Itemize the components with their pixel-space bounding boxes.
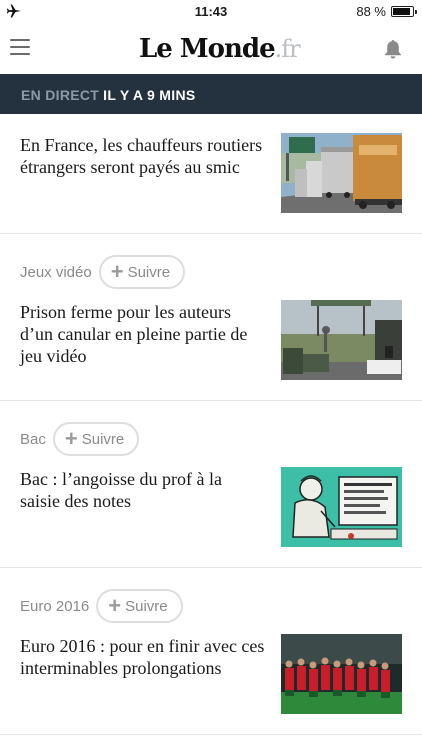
topic-row: Euro 2016 + Suivre — [20, 589, 183, 623]
bell-icon[interactable] — [382, 38, 404, 60]
battery-icon — [391, 6, 417, 17]
live-time-ago: IL Y A 9 MINS — [103, 87, 196, 103]
football-team-stadium-photo[interactable] — [281, 634, 402, 714]
plus-icon: + — [64, 426, 78, 451]
topic-row: Bac + Suivre — [20, 422, 140, 456]
top-navigation-bar: Le Monde.fr — [0, 22, 422, 74]
plus-icon: + — [110, 259, 124, 284]
topic-label[interactable]: Euro 2016 — [20, 598, 89, 615]
logo-main: Le Monde — [139, 34, 276, 64]
follow-button-label: Suivre — [81, 430, 125, 448]
topic-label[interactable]: Bac — [20, 431, 46, 448]
le-monde-logo[interactable]: Le Monde.fr — [139, 34, 301, 64]
article-headline[interactable]: Euro 2016 : pour en finir avec ces inter… — [20, 635, 265, 679]
trucks-highway-photo[interactable] — [281, 133, 402, 213]
follow-button[interactable]: + Suivre — [98, 255, 186, 289]
article-headline[interactable]: Prison ferme pour les auteurs d’un canul… — [20, 301, 265, 367]
article-item[interactable]: Jeux vidéo + Suivre Prison ferme pour le… — [0, 234, 422, 401]
topic-label[interactable]: Jeux vidéo — [20, 264, 92, 281]
logo-suffix: .fr — [274, 35, 301, 63]
topic-row: Jeux vidéo + Suivre — [20, 255, 186, 289]
police-checkpoint-photo[interactable] — [281, 300, 402, 380]
battery-percentage: 88 % — [356, 4, 386, 19]
hamburger-menu-icon[interactable] — [10, 39, 30, 55]
live-label: EN DIRECT — [21, 87, 100, 103]
status-bar: 11:43 88 % — [0, 0, 422, 22]
battery-fill — [393, 8, 410, 15]
cartoon-teacher-computer-illustration[interactable] — [281, 467, 402, 547]
follow-button-label: Suivre — [125, 597, 168, 615]
article-item[interactable]: En France, les chauffeurs routiers étran… — [0, 114, 422, 234]
article-headline[interactable]: En France, les chauffeurs routiers étran… — [20, 134, 265, 178]
article-headline[interactable]: Bac : l’angoisse du prof à la saisie des… — [20, 468, 265, 512]
follow-button[interactable]: + Suivre — [96, 589, 183, 623]
follow-button-label: Suivre — [127, 263, 171, 281]
plus-icon: + — [108, 593, 122, 618]
article-item[interactable]: Bac + Suivre Bac : l’angoisse du prof à … — [0, 401, 422, 568]
article-item[interactable]: Euro 2016 + Suivre Euro 2016 : pour en f… — [0, 568, 422, 735]
live-banner[interactable]: EN DIRECT IL Y A 9 MINS — [0, 74, 422, 114]
follow-button[interactable]: + Suivre — [52, 422, 140, 456]
